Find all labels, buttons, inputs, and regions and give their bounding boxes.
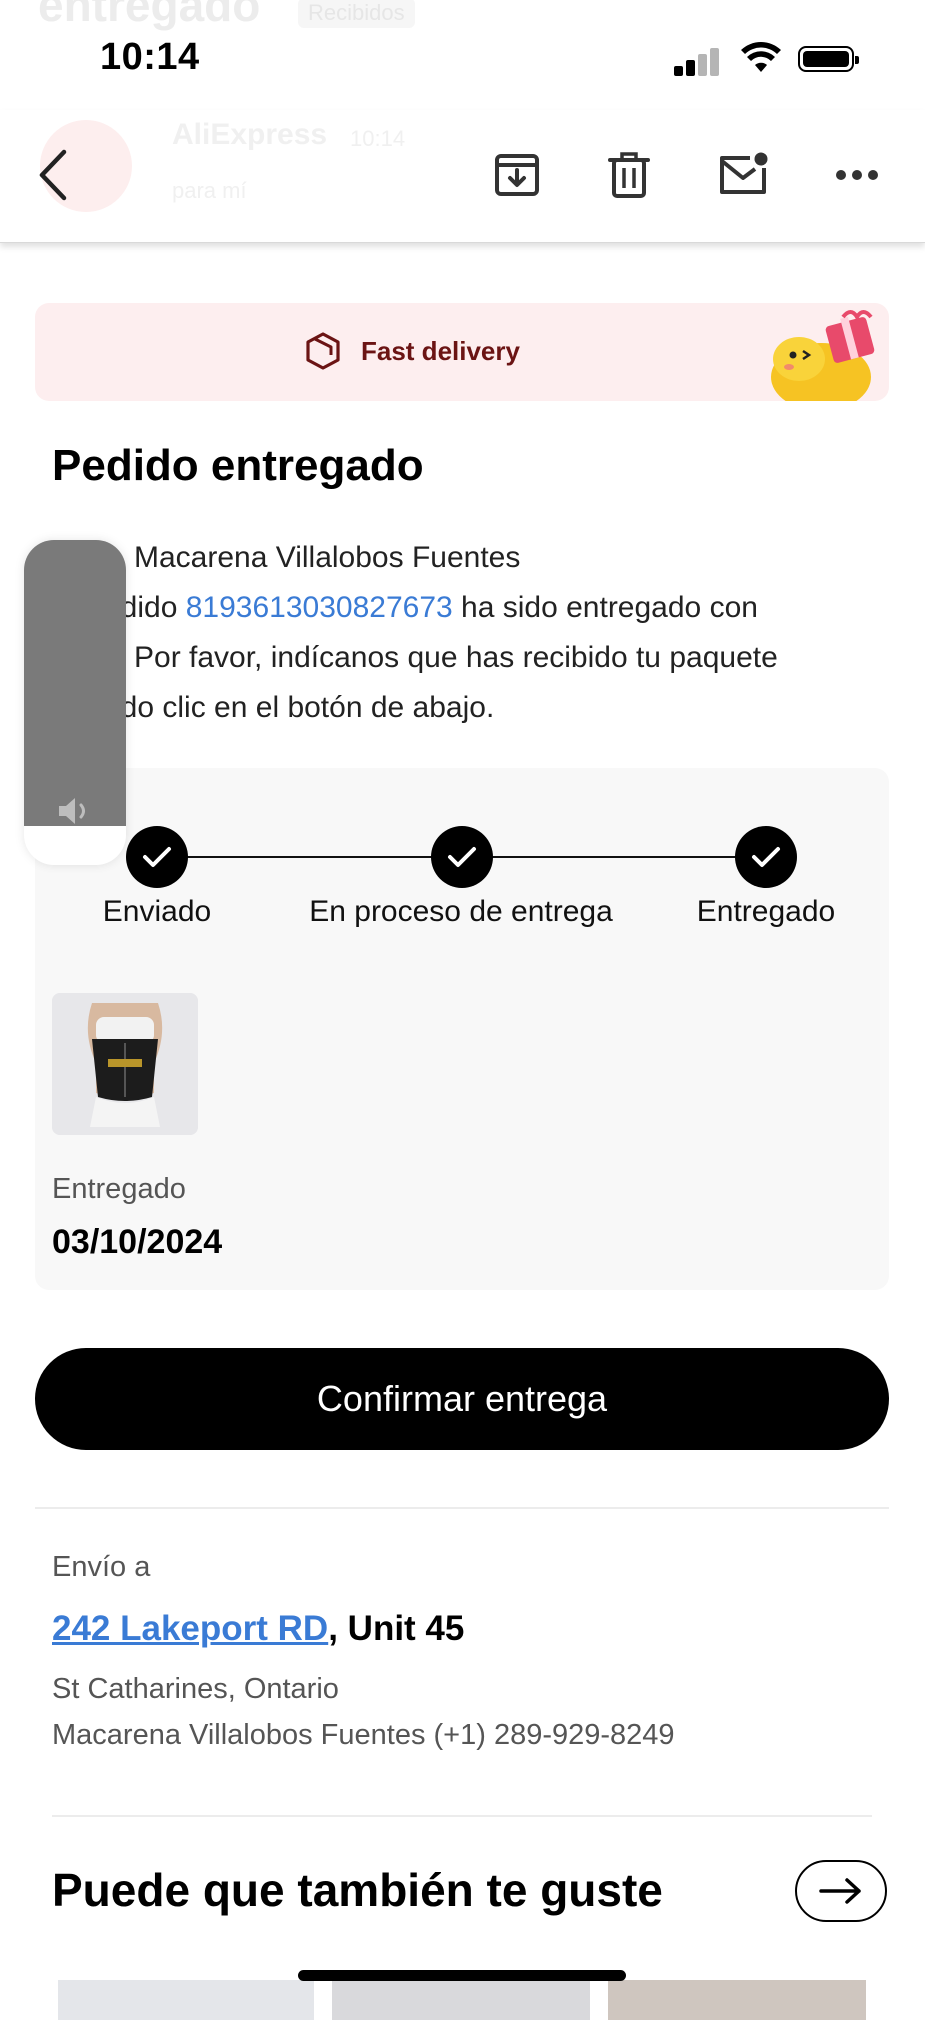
order-number-link[interactable]: 8193613030827673 [186,591,453,624]
delete-button[interactable] [594,140,664,210]
wifi-icon [741,42,781,72]
speaker-icon [59,798,85,824]
ship-to-label: Envío a [52,1551,151,1583]
step-check-icon [431,826,493,888]
divider [52,1815,872,1817]
more-button[interactable] [822,140,892,210]
mail-toolbar [0,110,925,243]
volume-hud[interactable] [24,540,126,865]
order-text-post: ha sido entregado con [452,591,758,624]
mail-unread-icon [720,152,768,194]
greeting-name: Macarena Villalobos Fuentes [134,541,521,574]
recommended-product[interactable] [58,1980,314,2020]
progress-line [462,856,766,858]
recommended-product[interactable] [608,1980,866,2020]
battery-icon [798,46,859,72]
cellular-signal-icon [674,46,722,76]
delivered-date: 03/10/2024 [52,1223,223,1261]
step-label-in-delivery: En proceso de entrega [309,895,613,928]
ship-address: 242 Lakeport RD, Unit 45 [52,1609,464,1649]
see-more-button[interactable] [795,1860,887,1922]
street-link[interactable]: 242 Lakeport RD [52,1609,328,1648]
mark-unread-button[interactable] [708,140,778,210]
order-message-line: ndo clic en el botón de abajo. [104,691,495,724]
back-button[interactable] [18,140,88,210]
volume-level [24,540,126,826]
more-horizontal-icon [836,170,878,180]
recommended-product[interactable] [332,1980,590,2020]
package-icon [306,332,340,370]
order-message-line: Por favor, indícanos que has recibido tu… [134,641,778,674]
ship-city: St Catharines, Ontario [52,1673,339,1705]
confirm-delivery-button[interactable]: Confirmar entrega [35,1348,889,1450]
unit-text: , Unit 45 [328,1609,465,1648]
step-label-delivered: Entregado [696,895,836,928]
divider [35,1507,889,1509]
recommendations-title: Puede que también te guste [52,1864,663,1916]
trash-icon [608,152,650,198]
archive-icon [495,154,539,196]
step-label-shipped: Enviado [102,895,212,928]
arrow-right-icon [819,1878,861,1904]
fast-delivery-banner: Fast delivery [35,303,889,401]
status-bar: 10:14 [0,0,925,110]
progress-line [156,856,462,858]
order-status-title: Pedido entregado [52,441,424,490]
delivered-label: Entregado [52,1173,186,1205]
status-time: 10:14 [100,36,200,78]
step-check-icon [126,826,188,888]
archive-button[interactable] [482,140,552,210]
home-indicator[interactable] [298,1970,626,1981]
fast-delivery-label: Fast delivery [361,335,520,366]
ship-contact: Macarena Villalobos Fuentes (+1) 289-929… [52,1719,675,1751]
order-message-line: edido 8193613030827673 ha sido entregado… [52,583,852,633]
step-check-icon [735,826,797,888]
product-thumbnail[interactable] [52,993,198,1135]
mascot-illustration [771,310,875,401]
order-message: Macarena Villalobos Fuentes edido 819361… [52,533,852,733]
chevron-left-icon [39,149,67,201]
